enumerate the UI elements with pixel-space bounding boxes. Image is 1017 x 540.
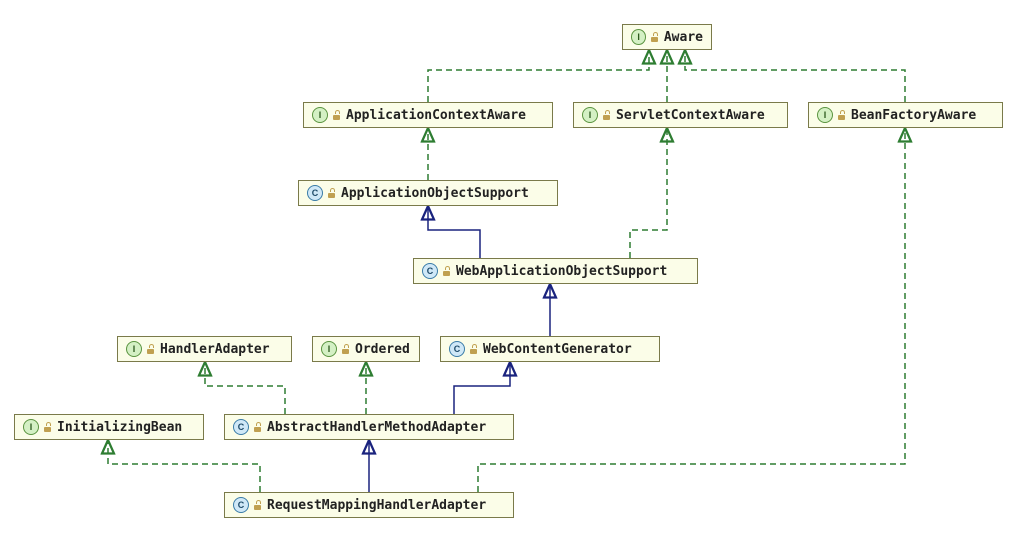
class-icon: C	[233, 497, 249, 513]
node-handler-adapter: I HandlerAdapter	[117, 336, 292, 362]
node-label: BeanFactoryAware	[851, 108, 976, 123]
node-label: RequestMappingHandlerAdapter	[267, 498, 486, 513]
node-web-application-object-support: C WebApplicationObjectSupport	[413, 258, 698, 284]
interface-icon: I	[582, 107, 598, 123]
node-aware: I Aware	[622, 24, 712, 50]
class-icon: C	[233, 419, 249, 435]
node-label: Aware	[664, 30, 703, 45]
node-servlet-context-aware: I ServletContextAware	[573, 102, 788, 128]
interface-icon: I	[631, 29, 646, 45]
node-abstract-handler-method-adapter: C AbstractHandlerMethodAdapter	[224, 414, 514, 440]
interface-icon: I	[321, 341, 337, 357]
lock-icon	[253, 422, 263, 432]
node-label: ApplicationContextAware	[346, 108, 526, 123]
lock-icon	[837, 110, 847, 120]
node-bean-factory-aware: I BeanFactoryAware	[808, 102, 1003, 128]
lock-icon	[253, 500, 263, 510]
node-label: AbstractHandlerMethodAdapter	[267, 420, 486, 435]
node-label: ApplicationObjectSupport	[341, 186, 529, 201]
class-icon: C	[449, 341, 465, 357]
node-label: HandlerAdapter	[160, 342, 270, 357]
class-icon: C	[307, 185, 323, 201]
node-initializing-bean: I InitializingBean	[14, 414, 204, 440]
node-label: WebApplicationObjectSupport	[456, 264, 667, 279]
node-label: Ordered	[355, 342, 410, 357]
interface-icon: I	[312, 107, 328, 123]
lock-icon	[602, 110, 612, 120]
class-icon: C	[422, 263, 438, 279]
lock-icon	[442, 266, 452, 276]
lock-icon	[650, 32, 660, 42]
lock-icon	[43, 422, 53, 432]
node-application-object-support: C ApplicationObjectSupport	[298, 180, 558, 206]
node-label: WebContentGenerator	[483, 342, 632, 357]
interface-icon: I	[23, 419, 39, 435]
lock-icon	[469, 344, 479, 354]
node-ordered: I Ordered	[312, 336, 420, 362]
node-web-content-generator: C WebContentGenerator	[440, 336, 660, 362]
node-request-mapping-handler-adapter: C RequestMappingHandlerAdapter	[224, 492, 514, 518]
lock-icon	[146, 344, 156, 354]
node-application-context-aware: I ApplicationContextAware	[303, 102, 553, 128]
node-label: ServletContextAware	[616, 108, 765, 123]
lock-icon	[341, 344, 351, 354]
interface-icon: I	[817, 107, 833, 123]
lock-icon	[327, 188, 337, 198]
lock-icon	[332, 110, 342, 120]
node-label: InitializingBean	[57, 420, 182, 435]
interface-icon: I	[126, 341, 142, 357]
